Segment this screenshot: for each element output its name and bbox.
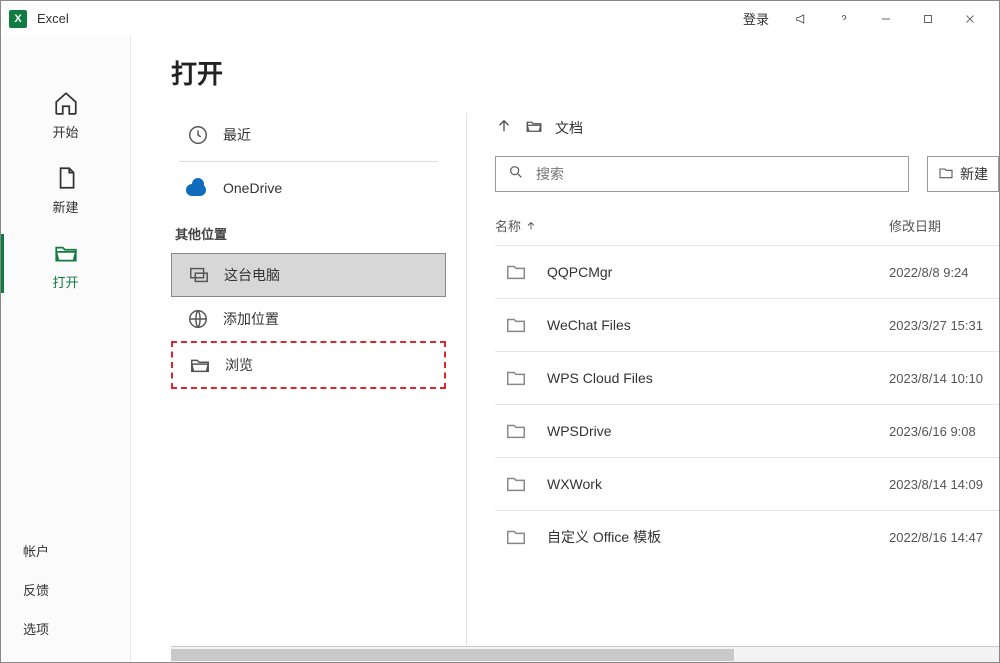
new-folder-label: 新建 [960,164,988,184]
column-date[interactable]: 修改日期 [889,216,999,235]
titlebar: Excel 登录 [1,1,999,36]
file-date: 2022/8/8 9:24 [889,265,999,280]
search-input[interactable] [536,166,896,182]
main-panel: 打开 最近 OneDrive 其他位置 这台电脑 [131,36,999,662]
list-header: 名称 修改日期 [495,210,999,245]
source-add-place-label: 添加位置 [223,309,279,329]
file-date: 2023/8/14 14:09 [889,477,999,492]
login-link[interactable]: 登录 [737,9,775,28]
excel-app-icon [9,10,27,28]
file-name: WXWork [547,476,889,492]
source-browse[interactable]: 浏览 [171,341,446,389]
source-recent-label: 最近 [223,125,251,145]
browse-panel: 文档 新建 名称 [466,113,999,646]
breadcrumb-label: 文档 [555,118,583,138]
nav-open-label: 打开 [52,272,78,291]
nav-new[interactable]: 新建 [1,151,130,226]
folder-icon [503,526,531,548]
source-onedrive[interactable]: OneDrive [171,166,446,210]
nav-options[interactable]: 选项 [1,609,130,648]
file-list: QQPCMgr 2022/8/8 9:24 WeChat Files 2023/… [495,245,999,646]
folder-icon [503,314,531,336]
file-date: 2022/8/16 14:47 [889,530,999,545]
new-folder-button[interactable]: 新建 [927,156,999,192]
sources-other-header: 其他位置 [171,210,446,253]
source-this-pc[interactable]: 这台电脑 [171,253,446,297]
onedrive-icon [185,180,211,196]
nav-home[interactable]: 开始 [1,76,130,151]
search-box[interactable] [495,156,909,192]
file-date: 2023/8/14 10:10 [889,371,999,386]
folder-icon [503,420,531,442]
clock-icon [185,124,211,146]
column-name[interactable]: 名称 [495,216,889,235]
file-name: 自定义 Office 模板 [547,527,889,547]
page-title: 打开 [171,54,999,91]
source-onedrive-label: OneDrive [223,180,282,196]
scrollbar-thumb[interactable] [171,649,734,661]
source-recent[interactable]: 最近 [171,113,446,157]
list-item[interactable]: WPSDrive 2023/6/16 9:08 [495,404,999,457]
breadcrumb[interactable]: 文档 [495,113,999,156]
list-item[interactable]: WPS Cloud Files 2023/8/14 10:10 [495,351,999,404]
search-icon [508,164,536,185]
nav-home-label: 开始 [52,122,78,141]
divider [179,161,438,162]
list-item[interactable]: 自定义 Office 模板 2022/8/16 14:47 [495,510,999,563]
sort-asc-icon [525,220,537,232]
folder-open-icon [187,354,213,376]
list-item[interactable]: WXWork 2023/8/14 14:09 [495,457,999,510]
file-name: WPS Cloud Files [547,370,889,386]
up-arrow-icon[interactable] [495,117,513,138]
add-place-icon [185,308,211,330]
minimize-button[interactable] [865,4,907,34]
file-name: WPSDrive [547,423,889,439]
nav-open[interactable]: 打开 [1,226,130,301]
file-date: 2023/6/16 9:08 [889,424,999,439]
source-browse-label: 浏览 [225,355,253,375]
left-nav: 开始 新建 打开 帐户 反馈 选项 [1,36,131,662]
app-name: Excel [37,11,69,26]
megaphone-icon[interactable] [781,4,823,34]
file-name: WeChat Files [547,317,889,333]
file-name: QQPCMgr [547,264,889,280]
nav-account[interactable]: 帐户 [1,531,130,570]
help-icon[interactable] [823,4,865,34]
open-sources: 最近 OneDrive 其他位置 这台电脑 添加位置 [171,113,466,646]
this-pc-icon [186,264,212,286]
horizontal-scrollbar[interactable] [171,646,999,662]
source-add-place[interactable]: 添加位置 [171,297,446,341]
folder-icon [503,473,531,495]
nav-new-label: 新建 [52,197,78,216]
folder-icon [525,117,543,138]
folder-icon [503,261,531,283]
source-this-pc-label: 这台电脑 [224,265,280,285]
folder-icon [503,367,531,389]
new-folder-icon [938,165,954,184]
nav-feedback[interactable]: 反馈 [1,570,130,609]
list-item[interactable]: WeChat Files 2023/3/27 15:31 [495,298,999,351]
list-item[interactable]: QQPCMgr 2022/8/8 9:24 [495,245,999,298]
file-date: 2023/3/27 15:31 [889,318,999,333]
maximize-button[interactable] [907,4,949,34]
close-button[interactable] [949,4,991,34]
